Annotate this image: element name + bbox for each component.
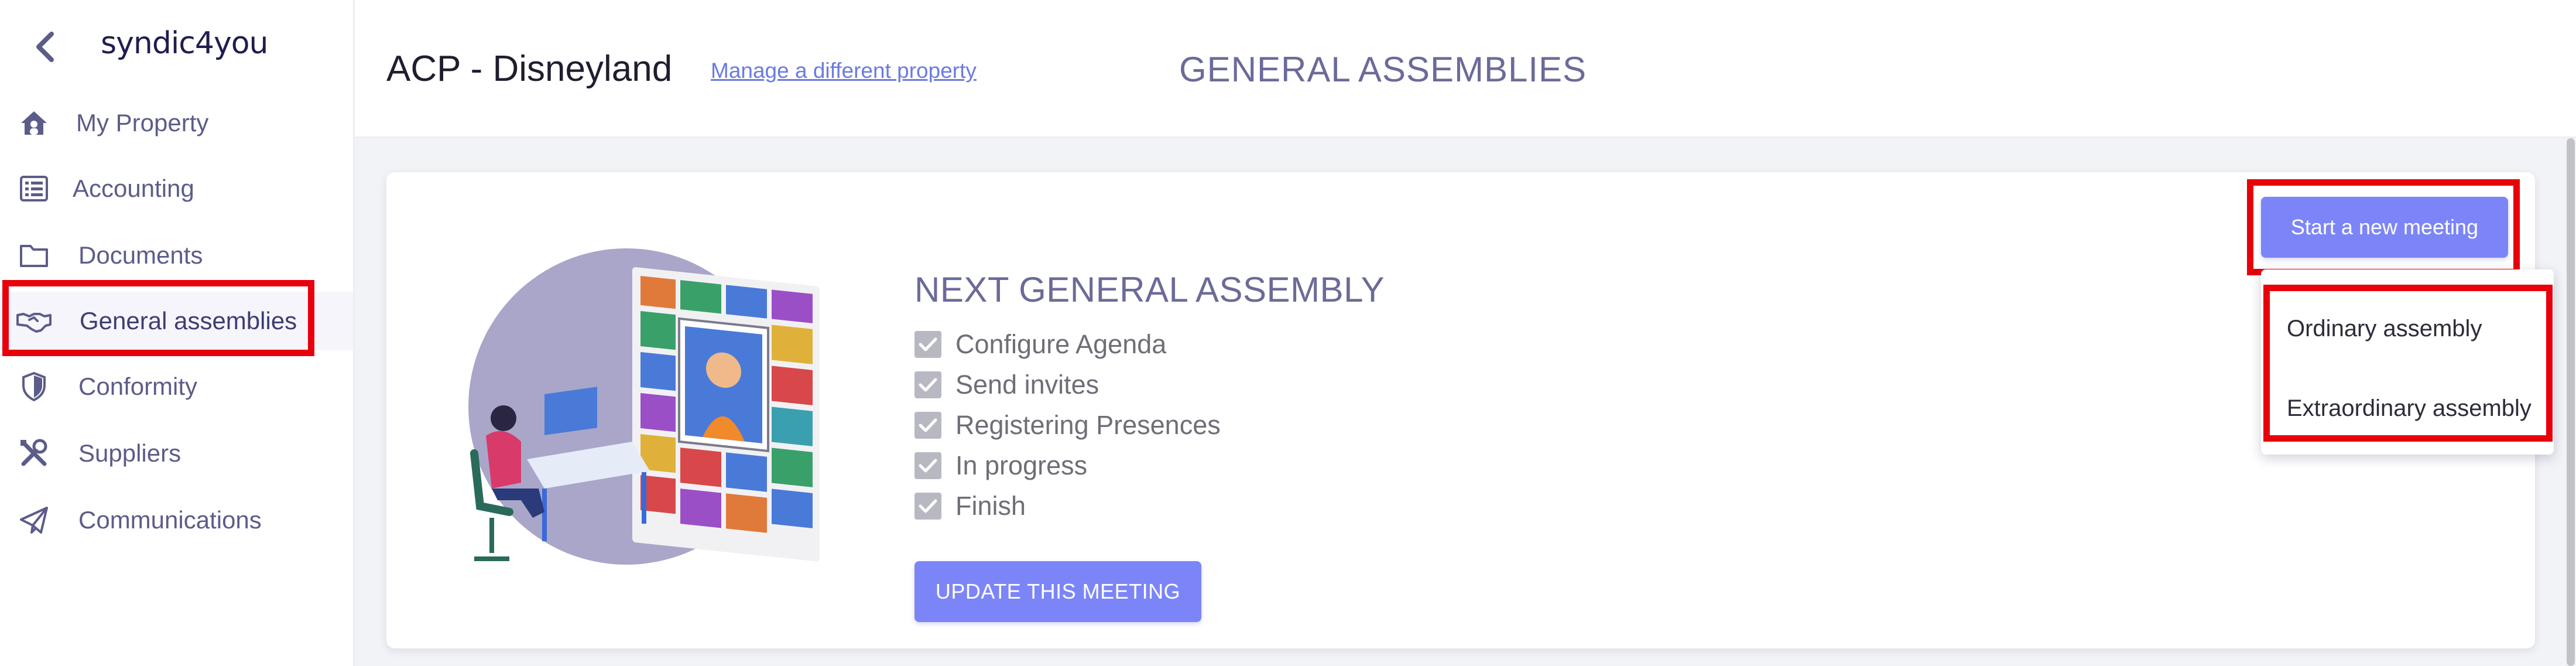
app-logo[interactable]: syndic4you xyxy=(101,26,268,61)
sidebar-item-communications[interactable]: Communications xyxy=(0,491,353,549)
paper-plane-icon xyxy=(16,503,52,538)
checkbox-checked-icon[interactable] xyxy=(914,493,941,520)
main-content: NEXT GENERAL ASSEMBLY Configure Agenda S… xyxy=(355,138,2576,666)
checkbox-checked-icon[interactable] xyxy=(914,412,941,439)
sidebar-item-label: Documents xyxy=(78,241,203,269)
highlight-box-start-button xyxy=(2247,179,2520,275)
step-finish[interactable]: Finish xyxy=(914,489,1441,524)
next-assembly-title: NEXT GENERAL ASSEMBLY xyxy=(914,270,1385,309)
checkbox-checked-icon[interactable] xyxy=(914,452,941,479)
sidebar-item-label: Suppliers xyxy=(78,439,181,467)
step-send-invites[interactable]: Send invites xyxy=(914,367,1441,402)
sidebar-item-label: Accounting xyxy=(73,175,194,202)
step-label: Configure Agenda xyxy=(955,329,1167,359)
chevron-left-icon xyxy=(36,32,54,62)
sidebar-item-documents[interactable]: Documents xyxy=(0,226,353,285)
step-label: Send invites xyxy=(955,370,1099,399)
list-icon xyxy=(16,171,52,206)
highlight-box-dropdown xyxy=(2263,285,2553,442)
page-header: ACP - Disneyland Manage a different prop… xyxy=(355,0,2576,138)
sidebar-item-conformity[interactable]: Conformity xyxy=(0,357,353,416)
tools-icon xyxy=(16,436,52,471)
manage-property-link[interactable]: Manage a different property xyxy=(711,59,977,83)
sidebar-item-label: Conformity xyxy=(78,373,198,400)
house-icon xyxy=(16,105,52,141)
checkbox-checked-icon[interactable] xyxy=(914,331,941,358)
step-in-progress[interactable]: In progress xyxy=(914,448,1441,483)
next-assembly-card: NEXT GENERAL ASSEMBLY Configure Agenda S… xyxy=(386,172,2535,648)
scrollbar-thumb[interactable] xyxy=(2567,138,2575,666)
checkbox-checked-icon[interactable] xyxy=(914,371,941,398)
folder-icon xyxy=(16,238,52,273)
sidebar-item-accounting[interactable]: Accounting xyxy=(0,159,353,218)
page-title: GENERAL ASSEMBLIES xyxy=(1179,50,1587,89)
sidebar-item-label: Communications xyxy=(78,506,262,534)
sidebar-item-suppliers[interactable]: Suppliers xyxy=(0,424,353,483)
sidebar-item-my-property[interactable]: My Property xyxy=(0,94,353,152)
step-registering-presences[interactable]: Registering Presences xyxy=(914,408,1441,443)
highlight-box-general-assemblies xyxy=(2,280,314,356)
step-label: Finish xyxy=(955,491,1026,521)
back-button[interactable] xyxy=(28,29,63,64)
sidebar-item-label: My Property xyxy=(76,109,209,136)
step-label: In progress xyxy=(955,450,1088,480)
update-meeting-button[interactable]: UPDATE THIS MEETING xyxy=(914,561,1201,622)
scrollbar[interactable] xyxy=(2565,138,2576,666)
step-label: Registering Presences xyxy=(955,410,1221,440)
video-meeting-illustration xyxy=(468,248,820,565)
shield-icon xyxy=(16,369,52,404)
property-title: ACP - Disneyland xyxy=(386,49,673,89)
step-configure-agenda[interactable]: Configure Agenda xyxy=(914,327,1441,362)
